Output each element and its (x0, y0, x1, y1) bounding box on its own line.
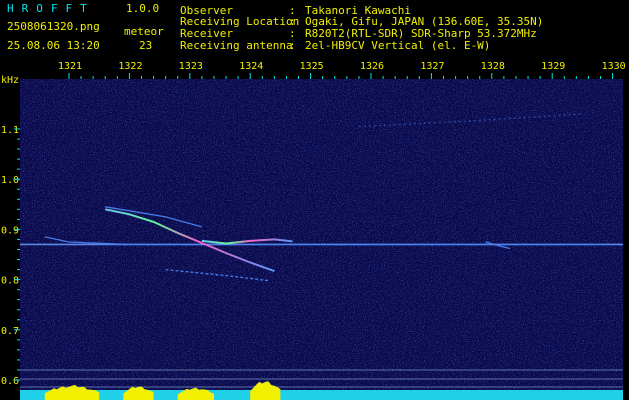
y-tick-label: 1.0 (1, 175, 19, 186)
y-tick-label: 0.8 (1, 276, 19, 287)
x-tick-label: 1329 (541, 61, 565, 72)
x-tick-label: 1330 (602, 61, 626, 72)
meteor-count: 23 (139, 39, 153, 52)
y-tick-label: 0.7 (1, 326, 19, 337)
header-panel: HROFFT 1.0.0 2508061320.png meteor 25.08… (0, 0, 629, 57)
y-tick-label: 1.1 (1, 125, 19, 136)
x-tick-label: 1328 (481, 61, 505, 72)
filename-label: 2508061320.png (7, 20, 100, 33)
y-axis-unit: kHz (1, 75, 19, 86)
version-label: 1.0.0 (126, 2, 160, 15)
x-tick-label: 1326 (360, 61, 384, 72)
app-title: HROFFT (7, 2, 95, 15)
y-tick-label: 0.9 (1, 225, 19, 236)
x-tick-label: 1321 (58, 61, 82, 72)
noise-texture (20, 79, 623, 400)
spectrogram-chart: 1.1 1.0 0.9 0.8 0.7 0.6 1321 1322 1323 1324 1325 13… (1, 61, 626, 400)
x-tick-label: 1325 (300, 61, 324, 72)
antenna-value: 2el-HB9CV Vertical (el. E-W) (305, 39, 491, 52)
antenna-colon: : (289, 39, 296, 52)
x-tick-label: 1327 (420, 61, 444, 72)
x-tick-label: 1323 (179, 61, 203, 72)
mode-label: meteor (124, 25, 164, 38)
antenna-label: Receiving antenna (180, 39, 293, 52)
datetime-label: 25.08.06 13:20 (7, 39, 100, 52)
audio-baseline (20, 390, 623, 400)
spectrogram-panel: 1.1 1.0 0.9 0.8 0.7 0.6 1321 1322 1323 1324 1325 13… (0, 57, 629, 400)
y-tick-label: 0.6 (1, 376, 19, 387)
x-tick-label: 1324 (239, 61, 263, 72)
x-tick-label: 1322 (118, 61, 142, 72)
